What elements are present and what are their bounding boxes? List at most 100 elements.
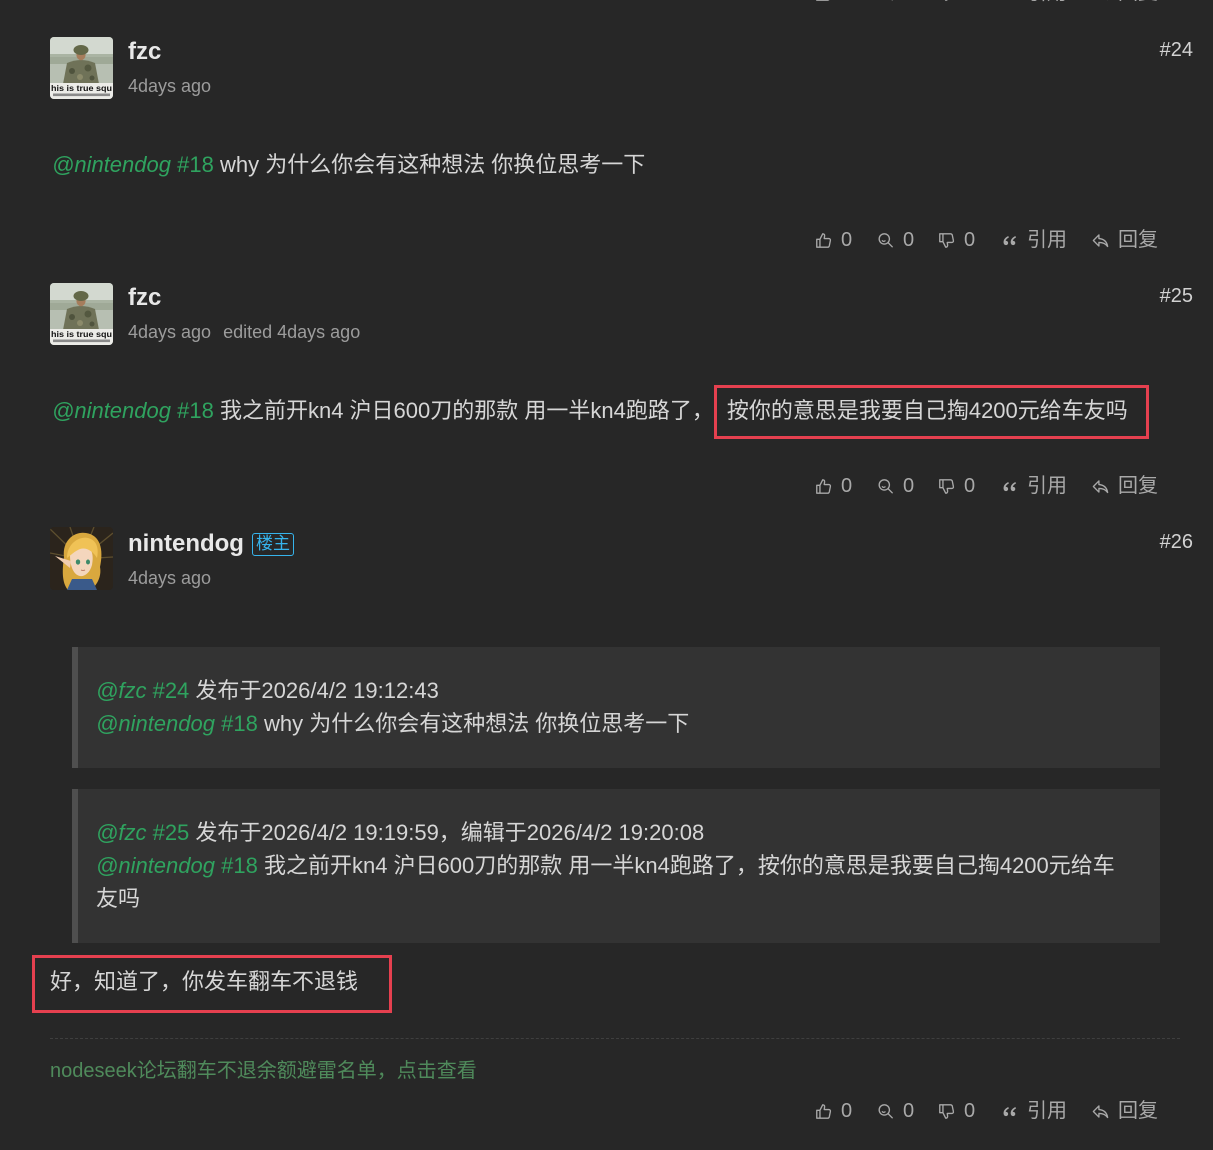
like-count: 0 bbox=[841, 475, 853, 497]
post-time: 4days ago bbox=[128, 322, 212, 342]
avatar-caption: his is true squ bbox=[51, 83, 112, 93]
previous-post-actions: 引用 回复 bbox=[0, 0, 1213, 6]
post-content: @nintendog #18 我之前开kn4 沪日600刀的那款 用一半kn4跑… bbox=[52, 385, 1149, 439]
red-highlight-box: 好，知道了，你发车翻车不退钱 bbox=[32, 955, 393, 1013]
owner-badge: 楼主 bbox=[251, 532, 294, 556]
drumstick-button[interactable]: 0 bbox=[876, 473, 914, 499]
mention-link[interactable]: @nintendog bbox=[96, 853, 215, 878]
drumstick-button[interactable] bbox=[876, 0, 903, 6]
quoted-post: @fzc #24 发布于2026/4/2 19:12:43 @nintendog… bbox=[72, 647, 1160, 768]
avatar[interactable]: his is true squ bbox=[50, 37, 113, 99]
reply-button[interactable]: 回复 bbox=[1091, 227, 1158, 253]
thumbs-down-icon bbox=[937, 1102, 956, 1121]
like-count: 0 bbox=[841, 1100, 853, 1122]
drumstick-count: 0 bbox=[903, 475, 915, 497]
highlighted-text: 按你的意思是我要自己掏4200元给车友吗 bbox=[726, 398, 1128, 423]
drumstick-icon bbox=[876, 231, 895, 250]
dislike-count: 0 bbox=[964, 229, 976, 251]
avatar-image: his is true squ bbox=[50, 283, 113, 345]
floor-number[interactable]: #24 bbox=[1160, 38, 1193, 62]
like-button[interactable]: 0 bbox=[814, 227, 852, 253]
post-text: 我之前开kn4 沪日600刀的那款 用一半kn4跑路了， bbox=[219, 398, 714, 423]
drumstick-count: 0 bbox=[903, 229, 915, 251]
quote-button[interactable]: 引用 bbox=[1000, 1098, 1067, 1124]
drumstick-button[interactable]: 0 bbox=[876, 1098, 914, 1124]
thumbs-up-icon bbox=[814, 0, 833, 3]
floor-ref-link[interactable]: #25 bbox=[153, 820, 190, 845]
floor-ref-link[interactable]: #18 bbox=[221, 853, 258, 878]
username[interactable]: nintendog bbox=[128, 529, 244, 559]
quote-header: @fzc #25 发布于2026/4/2 19:19:59，编辑于2026/4/… bbox=[96, 816, 1136, 849]
floor-number[interactable]: #25 bbox=[1160, 284, 1193, 308]
avatar[interactable] bbox=[50, 527, 113, 590]
signature-link[interactable]: nodeseek论坛翻车不退余额避雷名单，点击查看 bbox=[50, 1059, 477, 1083]
dislike-button[interactable]: 0 bbox=[937, 1098, 975, 1124]
dislike-button[interactable]: 0 bbox=[937, 473, 975, 499]
thumbs-up-icon bbox=[814, 477, 833, 496]
post-text: 好，知道了，你发车翻车不退钱 bbox=[50, 969, 359, 994]
post-time: 4days ago bbox=[128, 568, 212, 588]
drumstick-icon bbox=[876, 477, 895, 496]
like-button[interactable]: 0 bbox=[814, 473, 852, 499]
like-button[interactable] bbox=[814, 0, 841, 6]
reply-button[interactable]: 回复 bbox=[1091, 1098, 1158, 1124]
quote-text: why 为什么你会有这种想法 你换位思考一下 bbox=[263, 711, 690, 736]
avatar-image bbox=[50, 527, 113, 590]
avatar[interactable]: his is true squ bbox=[50, 283, 113, 345]
quote-icon bbox=[1000, 0, 1019, 3]
quote-button[interactable]: 引用 bbox=[1000, 0, 1067, 6]
post-actions: 0 0 0 引用 回复 bbox=[0, 1098, 1213, 1124]
reply-label: 回复 bbox=[1118, 475, 1158, 497]
signature-divider bbox=[50, 1038, 1180, 1039]
quote-body: @nintendog #18 why 为什么你会有这种想法 你换位思考一下 bbox=[96, 707, 1136, 740]
username[interactable]: fzc bbox=[128, 283, 161, 313]
avatar-caption: his is true squ bbox=[51, 329, 112, 339]
reply-label: 回复 bbox=[1118, 229, 1158, 251]
quote-label: 引用 bbox=[1027, 229, 1067, 251]
mention-link[interactable]: @fzc bbox=[96, 820, 146, 845]
edited-time: edited 4days ago bbox=[223, 322, 361, 342]
quote-button[interactable]: 引用 bbox=[1000, 473, 1067, 499]
floor-number[interactable]: #26 bbox=[1160, 530, 1193, 554]
thumbs-down-icon bbox=[937, 231, 956, 250]
dislike-button[interactable] bbox=[937, 0, 964, 6]
quote-label: 引用 bbox=[1027, 1100, 1067, 1122]
avatar-image: his is true squ bbox=[50, 37, 113, 99]
quote-meta: 发布于2026/4/2 19:19:59，编辑于2026/4/2 19:20:0… bbox=[195, 820, 705, 845]
floor-ref-link[interactable]: #18 bbox=[177, 398, 214, 423]
reply-icon bbox=[1091, 231, 1110, 250]
drumstick-button[interactable]: 0 bbox=[876, 227, 914, 253]
floor-ref-link[interactable]: #24 bbox=[153, 678, 190, 703]
mention-link[interactable]: @fzc bbox=[96, 678, 146, 703]
drumstick-icon bbox=[876, 0, 895, 3]
post-text: why 为什么你会有这种想法 你换位思考一下 bbox=[219, 152, 646, 177]
dislike-button[interactable]: 0 bbox=[937, 227, 975, 253]
quote-label: 引用 bbox=[1027, 0, 1067, 6]
reply-icon bbox=[1091, 0, 1110, 3]
post-time: 4days ago bbox=[128, 76, 212, 96]
post-actions: 0 0 0 引用 回复 bbox=[0, 473, 1213, 499]
floor-ref-link[interactable]: #18 bbox=[177, 152, 214, 177]
reply-button[interactable]: 回复 bbox=[1091, 473, 1158, 499]
quote-body: @nintendog #18 我之前开kn4 沪日600刀的那款 用一半kn4跑… bbox=[96, 849, 1136, 915]
reply-icon bbox=[1091, 1102, 1110, 1121]
dislike-count: 0 bbox=[964, 475, 976, 497]
post-content: 好，知道了，你发车翻车不退钱 bbox=[32, 955, 393, 1013]
dislike-count: 0 bbox=[964, 1100, 976, 1122]
reply-label: 回复 bbox=[1118, 1100, 1158, 1122]
quote-icon bbox=[1000, 231, 1019, 250]
mention-link[interactable]: @nintendog bbox=[52, 398, 171, 423]
reply-icon bbox=[1091, 477, 1110, 496]
quote-button[interactable]: 引用 bbox=[1000, 227, 1067, 253]
floor-ref-link[interactable]: #18 bbox=[221, 711, 258, 736]
quote-icon bbox=[1000, 1102, 1019, 1121]
post-content: @nintendog #18 why 为什么你会有这种想法 你换位思考一下 bbox=[52, 150, 645, 180]
username[interactable]: fzc bbox=[128, 37, 161, 67]
mention-link[interactable]: @nintendog bbox=[52, 152, 171, 177]
like-button[interactable]: 0 bbox=[814, 1098, 852, 1124]
quote-meta: 发布于2026/4/2 19:12:43 bbox=[195, 678, 439, 703]
reply-button[interactable]: 回复 bbox=[1091, 0, 1158, 6]
mention-link[interactable]: @nintendog bbox=[96, 711, 215, 736]
drumstick-count: 0 bbox=[903, 1100, 915, 1122]
quoted-post: @fzc #25 发布于2026/4/2 19:19:59，编辑于2026/4/… bbox=[72, 789, 1160, 943]
